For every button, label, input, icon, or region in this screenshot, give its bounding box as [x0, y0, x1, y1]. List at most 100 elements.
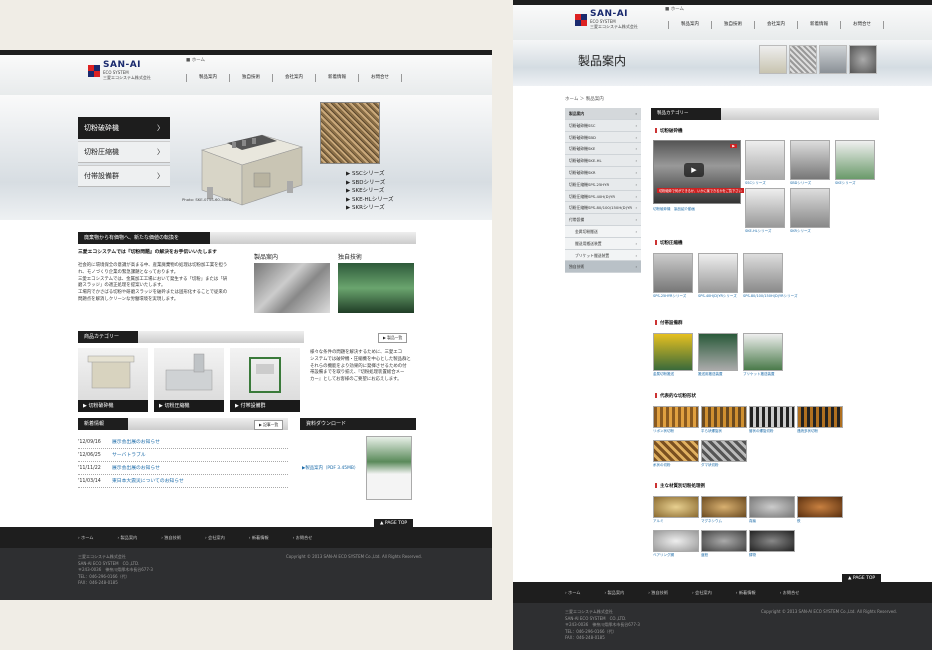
logo-company: 三愛エコシステム株式会社: [590, 24, 638, 29]
nav-company[interactable]: 会社案内: [754, 21, 797, 29]
hero-series-list: ▶ SSCシリーズ ▶ SBDシリーズ ▶ SKEシリーズ ▶ SKE-HLシリ…: [346, 170, 393, 213]
sidebar-subitem[interactable]: 金属切粉搬送 ›: [565, 225, 641, 238]
sidebar-item[interactable]: 独自技術 ›: [565, 261, 641, 274]
sidebar-item[interactable]: 製品案内 ›: [565, 108, 641, 120]
nav-news[interactable]: 新着情報: [315, 74, 358, 82]
footer-nav-news[interactable]: › 新着情報: [736, 582, 768, 603]
video-caption[interactable]: 切粉破砕機 製品紹介動画: [653, 207, 695, 212]
footer-info: 三愛エコシステム株式会社 SAN-AI ECO SYSTEM CO.,LTD. 〒2…: [0, 548, 492, 600]
sidebar-item[interactable]: 切粉破砕機SKE-HL ›: [565, 155, 641, 167]
material-item[interactable]: 真鍮: [749, 496, 795, 524]
nav-technology[interactable]: 独自技術: [229, 74, 272, 82]
news-item[interactable]: '12/06/25 サーバトラブル: [78, 449, 288, 462]
footer-nav-home[interactable]: › ホーム: [78, 527, 105, 548]
footer-nav-technology[interactable]: › 独自技術: [648, 582, 680, 603]
hero-photo-caption: Photo: SKE-075S-60-300B: [182, 197, 232, 202]
crusher-item-ssc[interactable]: SSCシリーズ: [745, 140, 785, 186]
compressor-item-80[interactable]: SPS-80/100/150H(D)YRシリーズ: [743, 253, 797, 299]
footer-nav-contact[interactable]: › お問合せ: [293, 527, 325, 548]
sidebar-item[interactable]: 切粉破砕機SSC ›: [565, 119, 641, 132]
chip-item[interactable]: 管状の螺旋切粉: [749, 406, 795, 434]
products-card-image: [254, 263, 330, 313]
site-logo[interactable]: SAN-AI ECO SYSTEM 三愛エコシステム株式会社: [575, 10, 638, 29]
chip-item[interactable]: 糸状の切粉: [653, 440, 699, 468]
logo-name: SAN-AI: [103, 60, 142, 70]
sidebar-item[interactable]: 切粉圧縮機SPS-25HYR ›: [565, 178, 641, 191]
equipment-thumb-image: [249, 357, 281, 393]
footer-copyright: Copyright © 2013 SAN-AI ECO SYSTEM Co.,L…: [286, 554, 422, 559]
footer-nav-company[interactable]: › 会社案内: [692, 582, 724, 603]
technology-card[interactable]: 独自技術: [338, 252, 414, 313]
product-list-button[interactable]: ▶ 製品一覧: [378, 333, 408, 343]
crusher-item-ske[interactable]: SKEシリーズ: [835, 140, 875, 186]
sidebar-subitem[interactable]: 搬送用搬送装置 ›: [565, 237, 641, 250]
footer-nav-contact[interactable]: › お問合せ: [780, 582, 812, 603]
news-item[interactable]: '12/09/16 展示会出展のお知らせ: [78, 436, 288, 449]
series-link-ssc[interactable]: ▶ SSCシリーズ: [346, 170, 393, 179]
category-heading: 製品カテゴリー: [651, 108, 721, 120]
nav-technology[interactable]: 独自技術: [711, 21, 754, 29]
nav-company[interactable]: 会社案内: [272, 74, 315, 82]
sidebar-item[interactable]: 切粉破砕機SKE ›: [565, 143, 641, 156]
crusher-item-skr[interactable]: SKRシリーズ: [790, 188, 830, 234]
equipment-item[interactable]: 搬送用搬送装置: [698, 333, 738, 377]
material-item[interactable]: ベアリング鋼: [653, 530, 699, 558]
breadcrumb-path: ホーム ＞ 製品案内: [565, 97, 604, 102]
breadcrumb-home[interactable]: ホーム: [192, 58, 205, 63]
nav-contact[interactable]: お問合せ: [840, 21, 884, 29]
series-link-ske-hl[interactable]: ▶ SKE-HLシリーズ: [346, 196, 393, 205]
play-icon[interactable]: ▶: [684, 163, 704, 177]
crusher-item-sbd[interactable]: SBDシリーズ: [790, 140, 830, 186]
hero-menu-equipment[interactable]: 付帯設備群〉: [78, 165, 170, 187]
compressor-item-25[interactable]: SPS-25HYRシリーズ: [653, 253, 693, 299]
series-link-ske[interactable]: ▶ SKEシリーズ: [346, 187, 393, 196]
site-logo[interactable]: SAN-AI ECO SYSTEM 三愛エコシステム株式会社: [88, 61, 151, 80]
chip-item[interactable]: 連続多状切粉: [797, 406, 843, 434]
nav-products[interactable]: 製品案内: [186, 74, 229, 82]
compressor-item-40[interactable]: SPS-40H(D)YRシリーズ: [698, 253, 738, 299]
sidebar-subitem[interactable]: ブリケット搬送装置 ›: [565, 249, 641, 262]
material-item[interactable]: アルミ: [653, 496, 699, 524]
footer-nav-technology[interactable]: › 独自技術: [161, 527, 193, 548]
equipment-item[interactable]: 金属切粉搬送: [653, 333, 693, 377]
news-item[interactable]: '11/11/22 展示会出展のお知らせ: [78, 462, 288, 475]
video-player[interactable]: ▶ ▶ 切粉破砕で何ができるか、いかに楽できるかをご覧下さい: [653, 140, 744, 204]
sidebar-item[interactable]: 切粉圧縮機SPS-80/100/150H(D)YR ›: [565, 202, 641, 215]
material-item[interactable]: マグネシウム: [701, 496, 747, 524]
news-list-button[interactable]: ▶ 記事一覧: [254, 420, 284, 430]
nav-contact[interactable]: お問合せ: [358, 74, 402, 82]
equipment-item[interactable]: ブリケット搬送装置: [743, 333, 783, 377]
news-item[interactable]: '11/03/14 東日本大震災についてのお知らせ: [78, 475, 288, 488]
footer-nav-news[interactable]: › 新着情報: [249, 527, 281, 548]
category-crusher[interactable]: ▶ 切粉破砕機: [78, 348, 148, 412]
material-item[interactable]: 亜鉛: [701, 530, 747, 558]
material-item[interactable]: 鋳物: [749, 530, 795, 558]
footer-nav-company[interactable]: › 会社案内: [205, 527, 237, 548]
footer-nav-products[interactable]: › 製品案内: [604, 582, 636, 603]
sidebar-item[interactable]: 切粉破砕機SKR ›: [565, 166, 641, 179]
nav-news[interactable]: 新着情報: [797, 21, 840, 29]
banner-image: [849, 45, 877, 74]
sidebar-item[interactable]: 切粉圧縮機SPS-40H(D)YR ›: [565, 190, 641, 203]
brochure-cover-image[interactable]: [366, 436, 412, 500]
chip-item[interactable]: 平ら状螺旋状: [701, 406, 747, 434]
crusher-item-ske-hl[interactable]: SKE-HLシリーズ: [745, 188, 785, 234]
chip-item[interactable]: リボン状切粉: [653, 406, 699, 434]
pdf-download-link[interactable]: ▶製品案内（PDF 3.45MB）: [302, 466, 358, 473]
sidebar-item[interactable]: 切粉破砕機SBD ›: [565, 131, 641, 144]
sidebar-item[interactable]: 付帯設備 ›: [565, 214, 641, 226]
series-link-skr[interactable]: ▶ SKRシリーズ: [346, 204, 393, 213]
footer-nav-home[interactable]: › ホーム: [565, 582, 592, 603]
category-compressor[interactable]: ▶ 切粉圧縮機: [154, 348, 224, 412]
footer-nav-products[interactable]: › 製品案内: [117, 527, 149, 548]
category-equipment[interactable]: ▶ 付帯設備群: [230, 348, 300, 412]
series-link-sbd[interactable]: ▶ SBDシリーズ: [346, 179, 393, 188]
material-item[interactable]: 鉄: [797, 496, 843, 524]
chip-item[interactable]: ダマ状切粉: [701, 440, 747, 468]
hero-menu-compressor[interactable]: 切粉圧縮機〉: [78, 141, 170, 163]
hero-menu-crusher[interactable]: 切粉破砕機〉: [78, 117, 170, 139]
banner-image: [789, 45, 817, 74]
products-card[interactable]: 製品案内: [254, 252, 330, 313]
nav-products[interactable]: 製品案内: [668, 21, 711, 29]
chevron-right-icon: ›: [635, 252, 637, 258]
